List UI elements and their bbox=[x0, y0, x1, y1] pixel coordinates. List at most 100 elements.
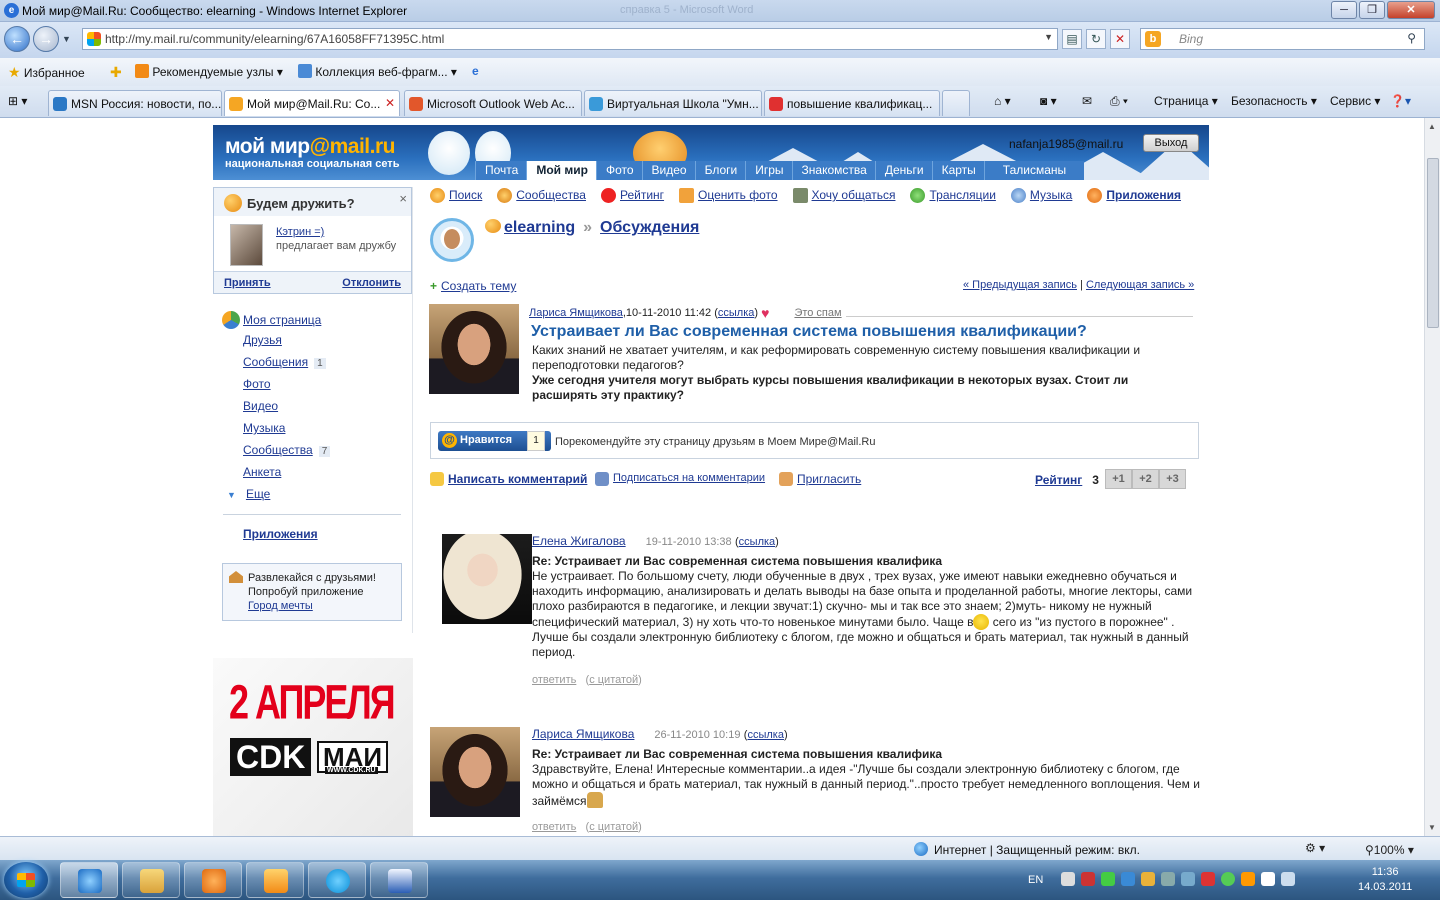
nav-maps[interactable]: Карты bbox=[931, 161, 985, 180]
breadcrumb-community[interactable]: elearning bbox=[504, 219, 575, 236]
favorites-item[interactable]: Рекомендуемые узлы ▾ bbox=[135, 64, 283, 79]
page-menu[interactable]: Страница ▾ bbox=[1154, 94, 1218, 108]
nav-money[interactable]: Деньги bbox=[874, 161, 933, 180]
rating-label[interactable]: Рейтинг bbox=[1035, 473, 1082, 487]
author-avatar[interactable] bbox=[429, 304, 519, 394]
nav-mail[interactable]: Почта bbox=[475, 161, 528, 180]
subscribe-comments-link[interactable]: Подписаться на комментарии bbox=[595, 472, 765, 486]
nav-games[interactable]: Игры bbox=[745, 161, 793, 180]
scrollbar-thumb[interactable] bbox=[1427, 158, 1439, 328]
settings-icon[interactable]: ⚙ ▾ bbox=[1305, 841, 1325, 855]
friend-name-link[interactable]: Кэтрин =) bbox=[276, 226, 324, 238]
favorites-button[interactable]: ★ Избранное bbox=[8, 64, 85, 81]
tools-menu[interactable]: Сервис ▾ bbox=[1330, 94, 1380, 108]
vertical-scrollbar[interactable]: ▲ ▼ bbox=[1424, 118, 1440, 836]
refresh-icon[interactable]: ↻ bbox=[1086, 29, 1106, 49]
top-nav-rating[interactable]: Рейтинг bbox=[600, 188, 664, 203]
close-icon[interactable]: × bbox=[399, 191, 407, 206]
top-nav-apps[interactable]: Приложения bbox=[1087, 188, 1181, 203]
heart-icon[interactable]: ♥ bbox=[761, 305, 774, 321]
comment-permalink[interactable]: ссылка bbox=[747, 729, 784, 741]
taskbar-explorer[interactable] bbox=[122, 862, 180, 898]
tab-virtual-school[interactable]: Виртуальная Школа "Умн... bbox=[584, 90, 762, 116]
comment-permalink[interactable]: ссылка bbox=[739, 536, 776, 548]
taskbar-word[interactable] bbox=[370, 862, 428, 898]
nav-video[interactable]: Видео bbox=[641, 161, 696, 180]
sidebar-item-my-page[interactable]: Моя страница bbox=[243, 313, 321, 327]
taskbar-media-player[interactable] bbox=[184, 862, 242, 898]
breadcrumb-section[interactable]: Обсуждения bbox=[600, 219, 699, 236]
forward-button[interactable]: → bbox=[33, 26, 59, 52]
taskbar-outlook[interactable] bbox=[246, 862, 304, 898]
taskbar-ie[interactable] bbox=[60, 862, 118, 898]
search-icon[interactable]: ⚲ bbox=[1407, 31, 1416, 45]
site-logo[interactable]: мой мир@mail.ru bbox=[225, 135, 395, 159]
stop-icon[interactable]: ✕ bbox=[1110, 29, 1130, 49]
tab-outlook[interactable]: Microsoft Outlook Web Ac... bbox=[404, 90, 582, 116]
promo-link[interactable]: Город мечты bbox=[248, 600, 313, 612]
create-topic-link[interactable]: + Создать тему bbox=[430, 279, 516, 293]
minimize-button[interactable]: ─ bbox=[1331, 1, 1357, 19]
sidebar-item-apps[interactable]: Приложения bbox=[243, 527, 318, 541]
start-button[interactable] bbox=[4, 862, 48, 898]
language-indicator[interactable]: EN bbox=[1028, 874, 1043, 886]
avatar[interactable] bbox=[230, 224, 263, 266]
nav-photo[interactable]: Фото bbox=[595, 161, 643, 180]
sidebar-item-music[interactable]: Музыка bbox=[243, 421, 285, 435]
decline-button[interactable]: Отклонить bbox=[342, 277, 401, 289]
reply-link[interactable]: ответить bbox=[532, 821, 576, 833]
search-input[interactable]: b Bing ⚲ bbox=[1140, 28, 1425, 50]
safety-menu[interactable]: Безопасность ▾ bbox=[1231, 94, 1317, 108]
sidebar-item-messages[interactable]: Сообщения 1 bbox=[243, 355, 326, 369]
top-nav-music[interactable]: Музыка bbox=[1010, 188, 1072, 203]
back-button[interactable]: ← bbox=[4, 26, 30, 52]
prev-record-link[interactable]: « Предыдущая запись bbox=[963, 279, 1077, 291]
reply-with-quote-link[interactable]: с цитатой bbox=[589, 674, 638, 686]
commenter-avatar[interactable] bbox=[430, 727, 520, 817]
address-input[interactable]: http://my.mail.ru/community/elearning/67… bbox=[82, 28, 1058, 50]
comment-author-link[interactable]: Елена Жигалова bbox=[532, 534, 626, 548]
sidebar-item-profile[interactable]: Анкета bbox=[243, 465, 281, 479]
rate-plus-2-button[interactable]: +2 bbox=[1132, 469, 1159, 489]
top-nav-rate-photo[interactable]: Оценить фото bbox=[679, 188, 778, 203]
maximize-button[interactable]: ❐ bbox=[1359, 1, 1385, 19]
sidebar-item-photo[interactable]: Фото bbox=[243, 377, 271, 391]
ie-page-icon[interactable]: e bbox=[472, 64, 479, 78]
logout-button[interactable]: Выход bbox=[1143, 134, 1199, 152]
post-permalink[interactable]: ссылка bbox=[718, 307, 755, 319]
top-nav-search[interactable]: Поиск bbox=[430, 188, 482, 203]
close-tab-icon[interactable]: ✕ bbox=[385, 96, 395, 110]
history-dropdown-icon[interactable]: ▼ bbox=[62, 34, 71, 44]
quick-tabs-icon[interactable]: ⊞ ▾ bbox=[8, 94, 27, 108]
favorites-item[interactable]: Коллекция веб-фрагм... ▾ bbox=[298, 64, 457, 79]
address-dropdown-icon[interactable]: ▼ bbox=[1044, 32, 1053, 42]
new-tab-button[interactable] bbox=[942, 90, 970, 116]
zoom-level[interactable]: ⚲100% ▾ bbox=[1365, 843, 1414, 857]
write-comment-link[interactable]: Написать комментарий bbox=[430, 472, 587, 486]
nav-my-world[interactable]: Мой мир bbox=[526, 161, 597, 180]
top-nav-broadcasts[interactable]: Трансляции bbox=[910, 188, 996, 203]
nav-talismans[interactable]: Талисманы bbox=[983, 161, 1085, 180]
accept-button[interactable]: Принять bbox=[224, 277, 271, 289]
feeds-icon[interactable]: ◙ ▾ bbox=[1040, 94, 1057, 108]
tab-msn[interactable]: MSN Россия: новости, по... bbox=[48, 90, 222, 116]
tab-mail-ru[interactable]: Мой мир@Mail.Ru: Со... ✕ bbox=[224, 90, 400, 116]
ad-banner[interactable]: 2 АПРЕЛЯ CDK МАИ WWW.CDK.RU bbox=[213, 658, 413, 836]
tab-search-results[interactable]: повышение квалификац... bbox=[764, 90, 940, 116]
community-avatar[interactable] bbox=[430, 218, 474, 262]
next-record-link[interactable]: Следующая запись » bbox=[1086, 279, 1194, 291]
rate-plus-1-button[interactable]: +1 bbox=[1105, 469, 1132, 489]
sidebar-item-more[interactable]: ▼ Еще bbox=[227, 487, 270, 501]
taskbar-skype[interactable] bbox=[308, 862, 366, 898]
print-icon[interactable]: ⎙ ▾ bbox=[1110, 94, 1128, 109]
comment-author-link[interactable]: Лариса Ямщикова bbox=[532, 727, 634, 741]
nav-dating[interactable]: Знакомства bbox=[791, 161, 876, 180]
sidebar-item-video[interactable]: Видео bbox=[243, 399, 278, 413]
nav-blogs[interactable]: Блоги bbox=[694, 161, 747, 180]
mail-icon[interactable]: ✉ bbox=[1082, 94, 1092, 108]
reply-link[interactable]: ответить bbox=[532, 674, 576, 686]
home-icon[interactable]: ⌂ ▾ bbox=[994, 94, 1011, 108]
sidebar-item-communities[interactable]: Сообщества 7 bbox=[243, 443, 331, 457]
rate-plus-3-button[interactable]: +3 bbox=[1159, 469, 1186, 489]
top-nav-chat[interactable]: Хочу общаться bbox=[792, 188, 895, 203]
